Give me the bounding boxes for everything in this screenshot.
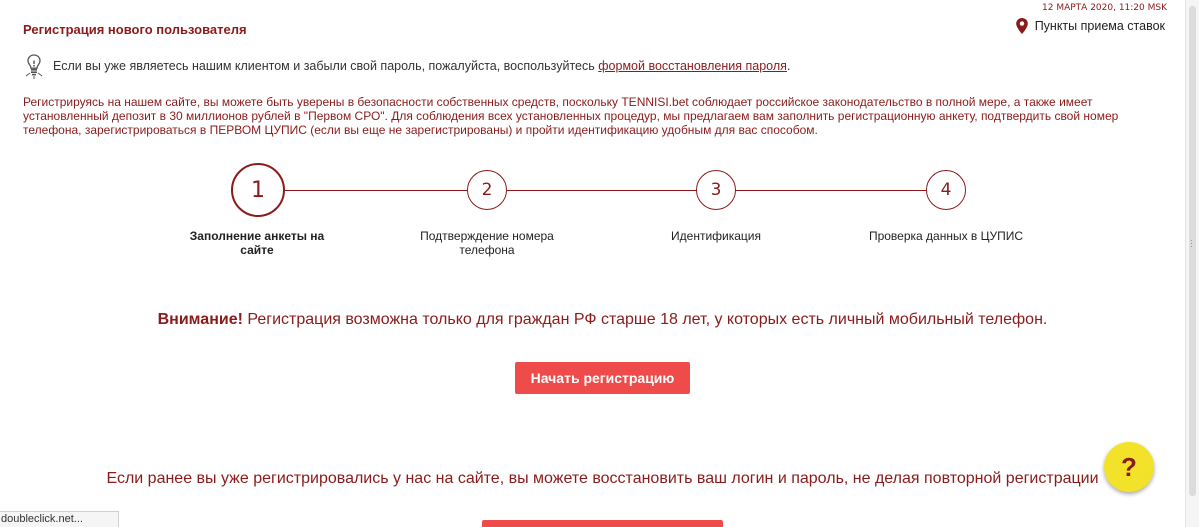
step-4-circle: 4: [926, 170, 966, 210]
vertical-scrollbar[interactable]: · · ·: [1185, 0, 1199, 527]
step-4-label: Проверка данных в ЦУПИС: [868, 229, 1024, 243]
betting-points-label[interactable]: Пункты приема ставок: [1035, 19, 1165, 33]
step-3-label: Идентификация: [671, 229, 761, 243]
help-button[interactable]: ?: [1104, 442, 1154, 492]
scrollbar-grip-icon: · · ·: [1190, 236, 1193, 251]
age-warning: Внимание! Регистрация возможна только дл…: [0, 311, 1199, 329]
forgot-password-notice: Если вы уже являетесь нашим клиентом и з…: [23, 52, 790, 80]
forgot-text: Если вы уже являетесь нашим клиентом и з…: [53, 59, 595, 73]
browser-status-bar: doubleclick.net...: [0, 511, 119, 527]
start-registration-button[interactable]: Начать регистрацию: [515, 362, 690, 394]
restore-account-text: Если ранее вы уже регистрировались у нас…: [106, 470, 1099, 487]
lightbulb-icon: [25, 54, 43, 79]
intro-paragraph: Регистрируясь на нашем сайте, вы можете …: [23, 95, 1119, 137]
step-2-label: Подтверждение номера телефона: [420, 229, 554, 257]
restore-account-button[interactable]: [482, 520, 723, 527]
date-time: 12 МАРТА 2020, 11:20 MSK: [1042, 3, 1167, 13]
password-recovery-link[interactable]: формой восстановления пароля: [598, 59, 787, 73]
warning-text: Регистрация возможна только для граждан …: [242, 311, 1048, 328]
page-title: Регистрация нового пользователя: [23, 22, 247, 37]
warning-strong: Внимание!: [157, 311, 243, 328]
scrollbar-thumb[interactable]: [1189, 6, 1196, 496]
registration-page: 12 МАРТА 2020, 11:20 MSK Пункты приема с…: [0, 0, 1185, 527]
forgot-end: .: [786, 59, 791, 73]
location-pin-icon: [1015, 18, 1028, 34]
stepper-line: [285, 190, 926, 191]
step-3-circle: 3: [696, 170, 736, 210]
betting-points-link[interactable]: Пункты приема ставок: [1015, 18, 1165, 34]
step-1-circle: 1: [231, 163, 285, 217]
step-1-label: Заполнение анкеты на сайте: [189, 229, 325, 257]
step-2-circle: 2: [467, 170, 507, 210]
